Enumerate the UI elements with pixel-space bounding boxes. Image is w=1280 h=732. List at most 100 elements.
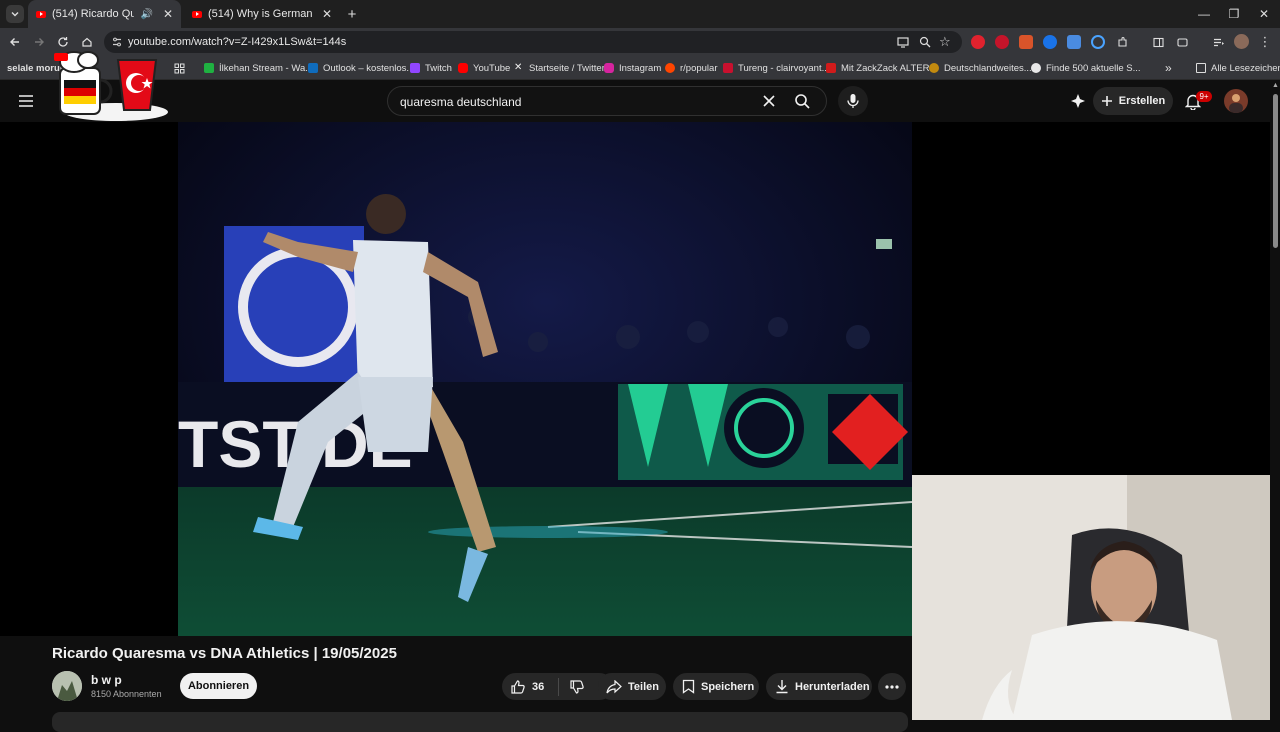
bookmark-outlook[interactable]: Outlook – kostenlos... [308,60,414,76]
chevron-down-icon [11,12,19,17]
reddit-logo-icon [665,63,675,73]
window-restore-icon[interactable]: ❐ [1226,6,1242,22]
bookmark-twitter[interactable]: ✕ Startseite / Twitter [514,60,605,76]
like-button[interactable]: 36 [502,679,558,695]
hamburger-menu-icon[interactable] [18,94,34,108]
apps-grid-icon[interactable] [174,60,185,76]
tureng-logo-icon [723,63,733,73]
create-button[interactable]: Erstellen [1093,87,1173,115]
beer-mug-sticker-icon [54,51,168,121]
extension-fox-icon[interactable] [1019,35,1033,49]
coin-logo-icon [929,63,939,73]
search-icon[interactable] [794,93,811,110]
tab-ricardo-quaresma[interactable]: (514) Ricardo Quaresma vs 🔊 ✕ [28,0,181,28]
zackzack-logo-icon [826,63,836,73]
channel-name[interactable]: b w p [91,673,122,687]
thumbs-down-icon [570,679,584,694]
zoom-icon[interactable] [918,35,932,49]
beer-mug-flag-sticker [52,38,172,124]
extension-blue-icon[interactable] [1043,35,1057,49]
webcam-overlay [912,475,1270,720]
extension-red-icon[interactable] [995,35,1009,49]
bookmark-instagram[interactable]: Instagram [604,60,661,76]
bookmark-twitch[interactable]: Twitch [410,60,452,76]
dislike-button[interactable] [559,679,585,695]
window-minimize-icon[interactable]: — [1196,6,1212,22]
description-box[interactable] [52,712,908,732]
tab-close-icon[interactable]: ✕ [163,7,173,21]
extension-opera-icon[interactable] [971,35,985,49]
bookmark-save-icon [682,679,695,694]
bookmark-reddit-popular[interactable]: r/popular [665,60,718,76]
extension-shield-icon[interactable] [1067,35,1081,49]
more-actions-ellipsis-icon[interactable] [878,673,906,700]
extension-wave-icon[interactable] [1091,35,1105,49]
address-bar[interactable]: youtube.com/watch?v=Z-I429x1LSw&t=144s ☆ [104,31,962,53]
all-bookmarks-folder[interactable]: Alle Lesezeichen [1196,60,1280,76]
tab-why-is-german[interactable]: (514) Why is German such an A ✕ [184,0,340,28]
bookmark-ilkehan-stream[interactable]: İlkehan Stream - Wa... [204,60,313,76]
bookmark-zackzack[interactable]: Mit ZackZack ALTER... [826,60,937,76]
gemini-sparkle-icon[interactable] [1063,86,1093,116]
youtube-masthead: quaresma deutschland Erstellen [0,80,1280,122]
browser-tab-strip: (514) Ricardo Quaresma vs 🔊 ✕ (514) Why … [0,0,1280,28]
scroll-up-arrow-icon[interactable]: ▲ [1272,82,1279,89]
tab-search-button[interactable] [6,5,24,23]
webcam-person-illustration [912,475,1270,720]
youtube-logo-icon [458,63,468,73]
page-scrollbar[interactable]: ▲ [1270,80,1280,720]
voice-search-mic-icon[interactable] [838,86,868,116]
bookmark-tureng[interactable]: Tureng - clairvoyant... [723,60,830,76]
video-frame-illustration: TST DE [178,122,912,636]
folder-icon [1196,63,1206,73]
back-arrow-icon[interactable] [6,33,24,51]
video-title: Ricardo Quaresma vs DNA Athletics | 19/0… [52,645,397,662]
bookmark-finde-500[interactable]: Finde 500 aktuelle S... [1031,60,1141,76]
browser-toolbar: youtube.com/watch?v=Z-I429x1LSw&t=144s ☆… [0,28,1280,56]
audio-playing-icon[interactable]: 🔊 [140,9,152,20]
download-button[interactable]: Herunterladen [766,673,872,700]
video-letterbox-right [912,122,1270,475]
clear-search-icon[interactable] [762,94,776,108]
bookmarks-bar: selale moruk İlkehan Stream - Wa... Outl… [0,56,1280,80]
media-control-icon[interactable] [1209,33,1227,51]
new-tab-plus-icon[interactable]: + [344,6,360,23]
window-close-icon[interactable]: ✕ [1256,6,1272,22]
share-arrow-icon [606,679,622,693]
info-circle-icon [1031,63,1041,73]
twitch-logo-icon [410,63,420,73]
outlook-logo-icon [308,63,318,73]
bookmarks-overflow-chevron-icon[interactable]: » [1165,60,1172,76]
notification-count-badge: 9+ [1196,91,1212,102]
share-button[interactable]: Teilen [598,673,666,700]
browser-menu-icon[interactable]: ⋮ [1256,33,1274,51]
install-app-icon[interactable] [896,35,910,49]
save-button[interactable]: Speichern [673,673,759,700]
x-logo-icon: ✕ [514,62,523,73]
tab-close-icon[interactable]: ✕ [322,7,332,21]
video-letterbox-left [0,122,178,636]
bookmark-youtube[interactable]: YouTube [458,60,510,76]
profile-avatar-icon[interactable] [1234,34,1249,49]
profile-switch-icon[interactable] [1173,33,1191,51]
bookmark-star-icon[interactable]: ☆ [939,34,951,50]
subscribe-button[interactable]: Abonnieren [180,673,257,699]
youtube-favicon-icon [192,10,202,18]
download-arrow-icon [776,680,788,694]
scrollbar-thumb[interactable] [1273,94,1278,248]
extensions-puzzle-icon[interactable] [1113,33,1131,51]
video-player[interactable]: TST DE [178,122,912,636]
channel-avatar[interactable] [52,671,82,701]
subscriber-count: 8150 Abonnenten [91,689,162,699]
account-avatar[interactable] [1224,89,1248,113]
kick-logo-icon [204,63,214,73]
like-dislike-group: 36 [502,673,613,700]
bookmark-deutschlandweites[interactable]: Deutschlandweites... [929,60,1032,76]
youtube-favicon-icon [36,10,46,18]
thumbs-up-icon [511,679,525,694]
plus-icon [1101,96,1112,106]
side-panel-icon[interactable] [1149,33,1167,51]
search-input[interactable]: quaresma deutschland [387,86,827,116]
forward-arrow-icon[interactable] [30,33,48,51]
instagram-logo-icon [604,63,614,73]
